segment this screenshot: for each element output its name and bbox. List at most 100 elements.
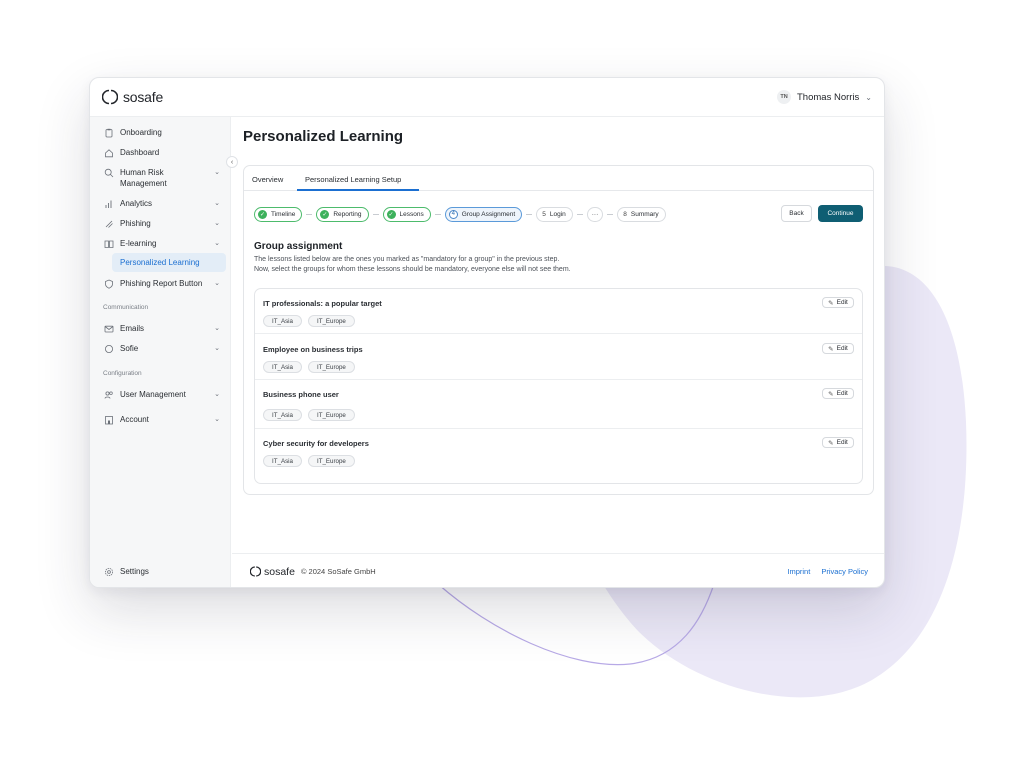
chevron-down-icon: ⌄ bbox=[214, 240, 220, 247]
section-title: Group assignment bbox=[254, 241, 343, 252]
back-button[interactable]: Back bbox=[781, 205, 812, 222]
pencil-icon: ✎ bbox=[828, 390, 834, 398]
step-label: Group Assignment bbox=[461, 210, 516, 218]
group-tags: IT_Asia IT_Europe bbox=[263, 455, 355, 467]
section-label-configuration: Configuration bbox=[103, 370, 142, 377]
active-tab-indicator bbox=[297, 189, 419, 191]
tab-bar: Overview Personalized Learning Setup bbox=[244, 166, 873, 191]
sidebar-item-label: Human Risk Management bbox=[120, 168, 167, 188]
users-icon bbox=[104, 390, 113, 399]
lesson-title: Employee on business trips bbox=[263, 345, 363, 354]
sidebar-item-dashboard[interactable]: Dashboard bbox=[98, 147, 226, 158]
sidebar-item-sofie[interactable]: Sofie ⌄ bbox=[98, 343, 226, 354]
user-menu[interactable]: TN Thomas Norris ⌄ bbox=[777, 90, 872, 104]
tab-personalized-learning-setup[interactable]: Personalized Learning Setup bbox=[305, 175, 401, 184]
step-lessons[interactable]: ✓ Lessons bbox=[382, 206, 431, 222]
group-tags: IT_Asia IT_Europe bbox=[263, 409, 355, 421]
step-number: 4 bbox=[448, 209, 458, 219]
edit-button[interactable]: ✎ Edit bbox=[822, 297, 854, 308]
more-icon: ··· bbox=[591, 210, 599, 218]
edit-label: Edit bbox=[836, 299, 848, 306]
top-bar: sosafe TN Thomas Norris ⌄ bbox=[90, 78, 884, 117]
step-number: 8 bbox=[623, 210, 627, 218]
sosafe-logo-icon bbox=[250, 566, 261, 577]
search-icon bbox=[104, 168, 114, 177]
edit-label: Edit bbox=[836, 439, 848, 446]
edit-button[interactable]: ✎ Edit bbox=[822, 388, 854, 399]
step-login[interactable]: 5 Login bbox=[536, 206, 573, 222]
step-summary[interactable]: 8 Summary bbox=[617, 206, 666, 222]
group-tag[interactable]: IT_Asia bbox=[263, 409, 302, 421]
step-timeline[interactable]: ✓ Timeline bbox=[254, 206, 303, 222]
page-title: Personalized Learning bbox=[243, 128, 404, 145]
sidebar-item-phishing[interactable]: Phishing ⌄ bbox=[98, 218, 226, 229]
edit-button[interactable]: ✎ Edit bbox=[822, 437, 854, 448]
user-name: Thomas Norris bbox=[797, 91, 860, 103]
app-window: sosafe TN Thomas Norris ⌄ Onboarding Das… bbox=[89, 77, 885, 588]
chevron-down-icon: ⌄ bbox=[214, 325, 220, 332]
clipboard-icon bbox=[105, 128, 113, 137]
chevron-down-icon: ⌄ bbox=[865, 92, 872, 102]
logo[interactable]: sosafe bbox=[102, 89, 163, 105]
group-tag[interactable]: IT_Asia bbox=[263, 315, 302, 327]
step-more[interactable]: ··· bbox=[586, 206, 604, 222]
sidebar-item-onboarding[interactable]: Onboarding bbox=[98, 127, 226, 138]
step-group-assignment[interactable]: 4 Group Assignment bbox=[444, 206, 523, 222]
sidebar-item-label: Analytics bbox=[120, 199, 153, 208]
group-tag[interactable]: IT_Asia bbox=[263, 455, 302, 467]
lesson-title: Cyber security for developers bbox=[263, 439, 369, 448]
setup-card: Overview Personalized Learning Setup ✓ T… bbox=[243, 165, 874, 495]
check-icon: ✓ bbox=[386, 209, 396, 219]
hook-icon bbox=[105, 220, 113, 228]
chevron-down-icon: ⌄ bbox=[214, 200, 220, 207]
sidebar-item-e-learning[interactable]: E-learning ⌄ bbox=[98, 238, 226, 249]
avatar: TN bbox=[777, 90, 791, 104]
group-tag[interactable]: IT_Europe bbox=[307, 455, 355, 467]
sidebar-item-emails[interactable]: Emails ⌄ bbox=[98, 323, 226, 334]
main-content: Personalized Learning Overview Personali… bbox=[232, 117, 884, 553]
shield-icon bbox=[105, 279, 113, 289]
description-line: Now, select the groups for whom these le… bbox=[254, 266, 571, 273]
tab-overview[interactable]: Overview bbox=[252, 175, 283, 184]
step-label: Login bbox=[549, 210, 566, 218]
sidebar-item-user-management[interactable]: User Management ⌄ bbox=[98, 389, 226, 400]
lesson-title: IT professionals: a popular target bbox=[263, 299, 382, 308]
group-tag[interactable]: IT_Europe bbox=[307, 315, 355, 327]
privacy-policy-link[interactable]: Privacy Policy bbox=[821, 567, 868, 576]
sidebar-item-account[interactable]: Account ⌄ bbox=[98, 414, 226, 425]
step-connector bbox=[576, 213, 583, 215]
check-icon: ✓ bbox=[320, 209, 330, 219]
step-label: Timeline bbox=[271, 210, 296, 218]
edit-label: Edit bbox=[836, 345, 848, 352]
sidebar-item-phishing-report-button[interactable]: Phishing Report Button ⌄ bbox=[98, 278, 226, 289]
sidebar-item-label: Phishing Report Button bbox=[120, 279, 203, 288]
sidebar-item-analytics[interactable]: Analytics ⌄ bbox=[98, 198, 226, 209]
sidebar-item-settings[interactable]: Settings bbox=[98, 566, 226, 577]
pencil-icon: ✎ bbox=[828, 299, 834, 307]
chevron-down-icon: ⌄ bbox=[214, 169, 220, 176]
edit-button[interactable]: ✎ Edit bbox=[822, 343, 854, 354]
logo-text: sosafe bbox=[123, 89, 164, 105]
sidebar-item-label: Emails bbox=[120, 324, 145, 333]
sidebar-item-label: Settings bbox=[120, 567, 149, 576]
sidebar-collapse-button[interactable]: ‹ bbox=[226, 156, 238, 168]
imprint-link[interactable]: Imprint bbox=[787, 567, 810, 576]
sidebar-item-label: Account bbox=[120, 415, 149, 424]
chevron-down-icon: ⌄ bbox=[214, 416, 220, 423]
chevron-down-icon: ⌄ bbox=[214, 345, 220, 352]
step-connector bbox=[434, 213, 441, 215]
section-label-communication: Communication bbox=[103, 304, 149, 311]
step-reporting[interactable]: ✓ Reporting bbox=[316, 206, 369, 222]
chevron-left-icon: ‹ bbox=[230, 158, 234, 166]
sidebar-item-human-risk-management[interactable]: Human Risk Management ⌄ bbox=[98, 167, 226, 189]
sidebar-item-personalized-learning[interactable]: Personalized Learning bbox=[112, 253, 226, 272]
group-tag[interactable]: IT_Asia bbox=[263, 361, 302, 373]
continue-button[interactable]: Continue bbox=[818, 205, 863, 222]
home-icon bbox=[105, 148, 113, 157]
group-tag[interactable]: IT_Europe bbox=[307, 361, 355, 373]
stepper: ✓ Timeline ✓ Reporting ✓ Lessons 4 Group… bbox=[254, 206, 666, 222]
group-tag[interactable]: IT_Europe bbox=[307, 409, 355, 421]
sidebar-item-label: Phishing bbox=[120, 219, 151, 228]
section-description: The lessons listed below are the ones yo… bbox=[254, 255, 854, 275]
chevron-down-icon: ⌄ bbox=[214, 220, 220, 227]
